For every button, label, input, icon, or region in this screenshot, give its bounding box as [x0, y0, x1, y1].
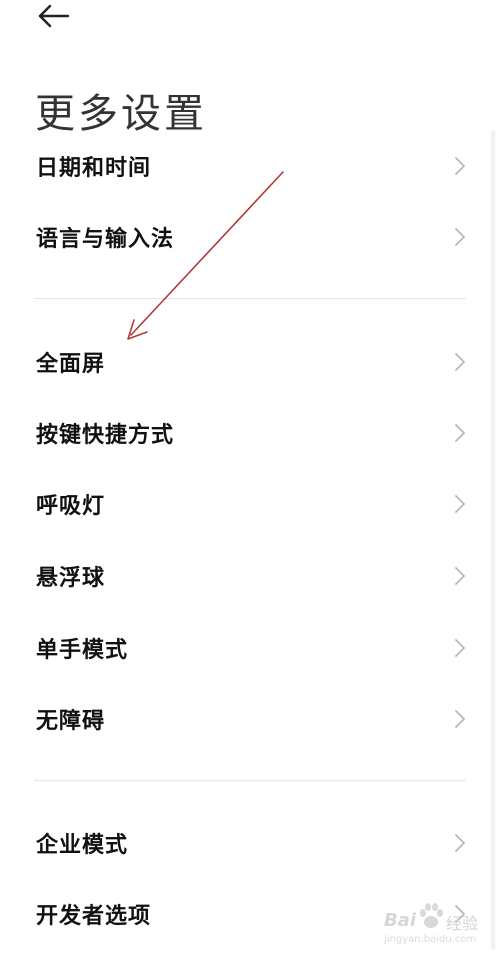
setting-label: 日期和时间: [36, 156, 152, 181]
setting-item-date-time[interactable]: 日期和时间: [0, 134, 484, 198]
watermark-suffix: 经验: [446, 914, 479, 933]
section-divider: [34, 780, 466, 781]
section-divider: [34, 298, 466, 299]
chevron-right-icon: [454, 566, 466, 586]
setting-item-full-screen[interactable]: 全面屏: [0, 330, 484, 394]
setting-label: 全面屏: [36, 352, 106, 377]
chevron-right-icon: [454, 227, 466, 247]
setting-item-accessibility[interactable]: 无障碍: [0, 687, 484, 751]
page-title: 更多设置: [35, 90, 207, 137]
watermark-url: jingyan.baidu.com: [384, 934, 477, 945]
scrollbar[interactable]: [491, 130, 495, 950]
setting-item-one-handed-mode[interactable]: 单手模式: [0, 616, 484, 680]
arrow-left-icon: [32, 0, 80, 34]
chevron-right-icon: [454, 638, 466, 658]
chevron-right-icon: [454, 709, 466, 729]
setting-item-key-shortcuts[interactable]: 按键快捷方式: [0, 401, 484, 465]
chevron-right-icon: [454, 352, 466, 372]
chevron-right-icon: [454, 156, 466, 176]
watermark-logo-text: Bai: [384, 910, 417, 931]
setting-label: 企业模式: [36, 833, 129, 858]
baidu-watermark: Bai 经验 jingyan.baidu.com: [384, 896, 496, 950]
setting-label: 单手模式: [36, 638, 129, 663]
back-button[interactable]: [32, 0, 80, 34]
setting-item-floating-ball[interactable]: 悬浮球: [0, 544, 484, 608]
setting-item-language-input[interactable]: 语言与输入法: [0, 205, 484, 269]
setting-label: 悬浮球: [36, 566, 106, 591]
setting-item-breathing-light[interactable]: 呼吸灯: [0, 472, 484, 536]
setting-label: 按键快捷方式: [36, 423, 175, 448]
setting-item-enterprise-mode[interactable]: 企业模式: [0, 811, 484, 875]
paw-icon: [418, 902, 444, 936]
setting-label: 语言与输入法: [36, 227, 175, 252]
setting-label: 无障碍: [36, 709, 106, 734]
chevron-right-icon: [454, 423, 466, 443]
setting-label: 开发者选项: [36, 904, 152, 929]
chevron-right-icon: [454, 494, 466, 514]
setting-label: 呼吸灯: [36, 494, 106, 519]
chevron-right-icon: [454, 833, 466, 853]
